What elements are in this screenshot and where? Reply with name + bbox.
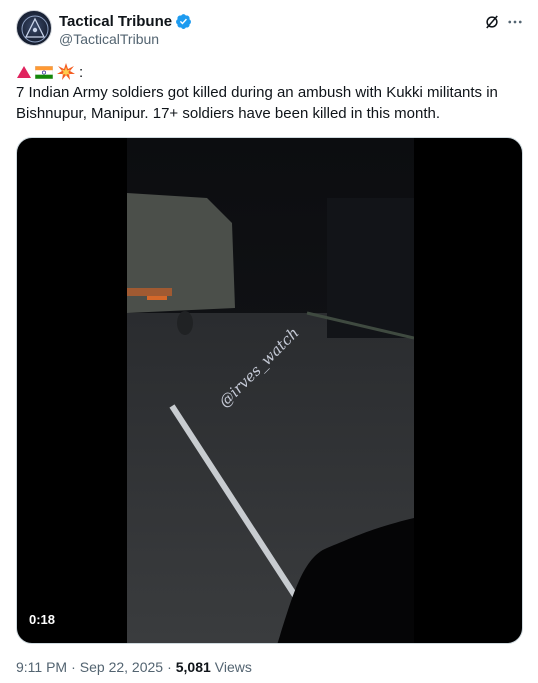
tweet-time[interactable]: 9:11 PM [16, 659, 67, 675]
emoji-line: : [17, 63, 83, 81]
views-count[interactable]: 5,081 [176, 659, 211, 675]
video-duration: 0:18 [29, 612, 56, 627]
avatar[interactable] [16, 10, 52, 46]
tweet-header: Tactical Tribune @TacticalTribun [16, 10, 522, 50]
video-frame[interactable] [127, 138, 414, 643]
meta-separator: · [71, 659, 76, 675]
name-line: Tactical Tribune [59, 11, 192, 31]
grok-icon[interactable] [483, 13, 501, 31]
india-flag-icon [35, 65, 53, 79]
avatar-logo [21, 15, 49, 43]
display-name[interactable]: Tactical Tribune [59, 13, 172, 30]
more-icon[interactable] [506, 13, 524, 31]
emoji-suffix: : [79, 63, 84, 81]
red-triangle-icon [17, 66, 31, 78]
verified-badge-icon[interactable] [175, 13, 192, 30]
video-still-image [127, 138, 414, 643]
author-handle[interactable]: @TacticalTribun [59, 31, 159, 47]
video-player[interactable]: @irves_watch 0:18 [16, 137, 523, 644]
collision-icon [57, 63, 75, 80]
tweet-text: 7 Indian Army soldiers got killed during… [16, 84, 498, 122]
tweet-meta: 9:11 PM · Sep 22, 2025 · 5,081 Views [16, 659, 252, 675]
tweet-date[interactable]: Sep 22, 2025 [80, 659, 163, 675]
meta-separator-2: · [167, 659, 172, 675]
views-label: Views [214, 659, 252, 675]
